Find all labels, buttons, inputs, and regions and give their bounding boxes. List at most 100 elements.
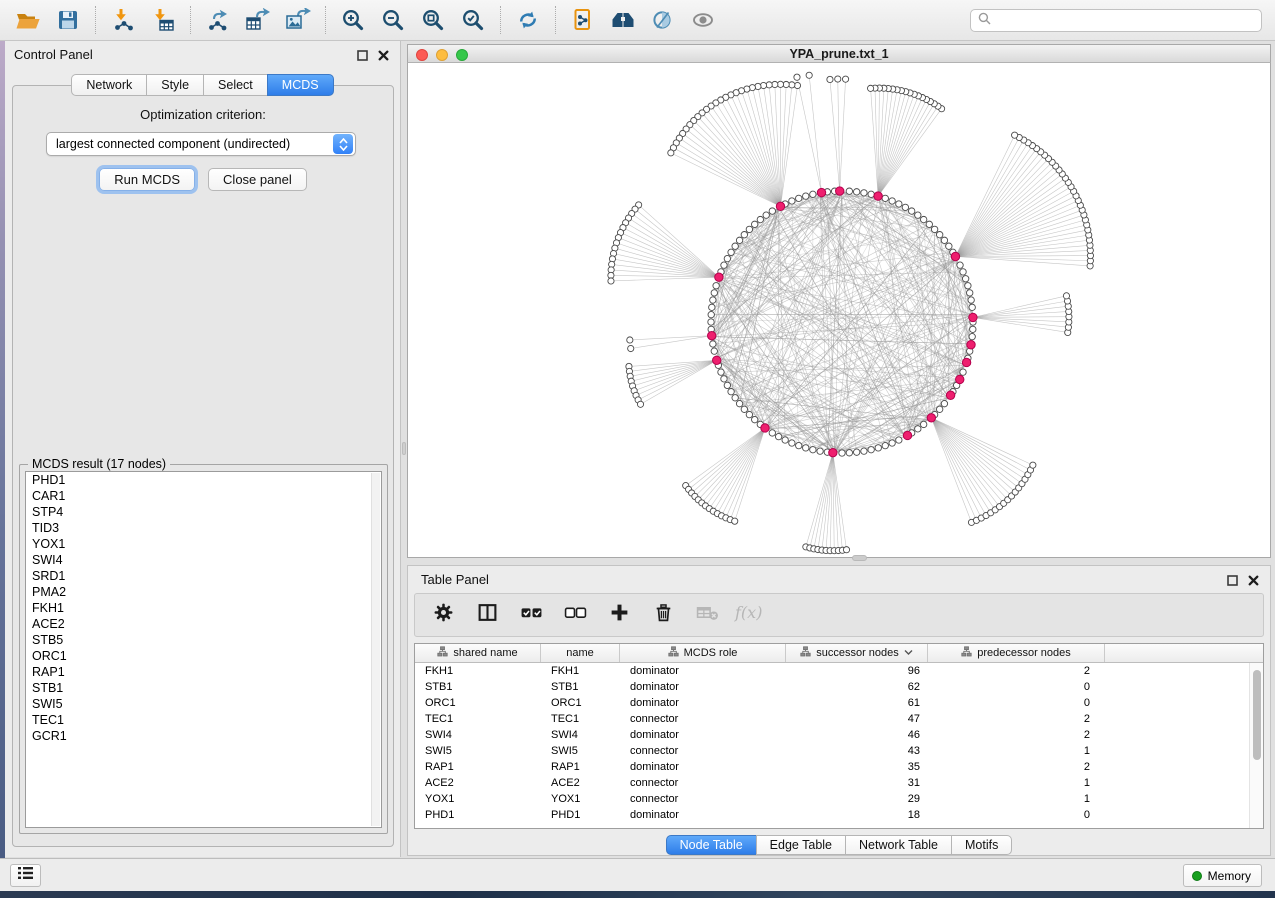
- cell-name[interactable]: SWI4: [541, 727, 620, 743]
- cell-predecessor-nodes[interactable]: 2: [928, 727, 1105, 743]
- cell-MCDS-role[interactable]: dominator: [620, 759, 786, 775]
- node[interactable]: [736, 400, 742, 406]
- node[interactable]: [861, 190, 867, 196]
- split-panel-button[interactable]: [475, 603, 499, 627]
- open-session-button[interactable]: [8, 3, 48, 37]
- node[interactable]: [946, 243, 952, 249]
- node[interactable]: [732, 395, 738, 401]
- mcds-result-item[interactable]: CAR1: [26, 488, 381, 504]
- table-row[interactable]: TEC1TEC1connector472: [415, 711, 1263, 727]
- node[interactable]: [908, 208, 914, 214]
- import-network-button[interactable]: [103, 3, 143, 37]
- task-history-button[interactable]: [10, 864, 41, 887]
- node[interactable]: [713, 283, 719, 289]
- cell-predecessor-nodes[interactable]: 2: [928, 759, 1105, 775]
- leaf-node[interactable]: [843, 547, 849, 553]
- leaf-node[interactable]: [637, 401, 643, 407]
- node[interactable]: [941, 237, 947, 243]
- mcds-node[interactable]: [776, 202, 784, 210]
- cell-shared-name[interactable]: TEC1: [415, 711, 541, 727]
- cell-MCDS-role[interactable]: dominator: [620, 663, 786, 679]
- cell-name[interactable]: ORC1: [541, 695, 620, 711]
- table-row[interactable]: PHD1PHD1dominator180: [415, 807, 1263, 823]
- column-header-shared-name[interactable]: shared name: [415, 644, 541, 662]
- leaf-node[interactable]: [1063, 293, 1069, 299]
- cell-MCDS-role[interactable]: dominator: [620, 807, 786, 823]
- tab-network-table[interactable]: Network Table: [845, 835, 951, 855]
- cell-shared-name[interactable]: SWI4: [415, 727, 541, 743]
- cell-name[interactable]: FKH1: [541, 663, 620, 679]
- column-header-predecessor-nodes[interactable]: predecessor nodes: [928, 644, 1105, 662]
- tab-network[interactable]: Network: [71, 74, 146, 96]
- memory-button[interactable]: Memory: [1183, 864, 1262, 887]
- cell-shared-name[interactable]: FKH1: [415, 663, 541, 679]
- tab-node-table[interactable]: Node Table: [666, 835, 756, 855]
- mcds-result-item[interactable]: YOX1: [26, 536, 381, 552]
- network-graph[interactable]: [408, 63, 1270, 556]
- splitter-grip[interactable]: [402, 442, 406, 455]
- column-header-MCDS-role[interactable]: MCDS role: [620, 644, 786, 662]
- cell-name[interactable]: ACE2: [541, 775, 620, 791]
- leaf-node[interactable]: [806, 72, 812, 78]
- node[interactable]: [839, 450, 845, 456]
- show-hide-button[interactable]: [683, 3, 723, 37]
- optimization-criterion-select[interactable]: largest connected component (undirected): [46, 132, 356, 156]
- node[interactable]: [810, 191, 816, 197]
- node[interactable]: [882, 195, 888, 201]
- close-panel-button[interactable]: Close panel: [208, 168, 307, 191]
- table-row[interactable]: YOX1YOX1connector291: [415, 791, 1263, 807]
- leaf-node[interactable]: [627, 337, 633, 343]
- node[interactable]: [782, 437, 788, 443]
- cell-predecessor-nodes[interactable]: 0: [928, 695, 1105, 711]
- cell-predecessor-nodes[interactable]: 1: [928, 791, 1105, 807]
- node[interactable]: [769, 208, 775, 214]
- node[interactable]: [718, 369, 724, 375]
- leaf-node[interactable]: [1030, 462, 1036, 468]
- cell-successor-nodes[interactable]: 61: [786, 695, 928, 711]
- node[interactable]: [732, 243, 738, 249]
- node[interactable]: [915, 212, 921, 218]
- node[interactable]: [896, 201, 902, 207]
- float-table-panel-icon[interactable]: [1227, 573, 1238, 591]
- mcds-node[interactable]: [927, 414, 935, 422]
- node[interactable]: [882, 442, 888, 448]
- mcds-node[interactable]: [903, 431, 911, 439]
- node[interactable]: [721, 262, 727, 268]
- cell-shared-name[interactable]: STB1: [415, 679, 541, 695]
- leaf-node[interactable]: [608, 278, 614, 284]
- cell-name[interactable]: SWI5: [541, 743, 620, 759]
- node[interactable]: [752, 221, 758, 227]
- cell-MCDS-role[interactable]: dominator: [620, 679, 786, 695]
- cell-MCDS-role[interactable]: dominator: [620, 727, 786, 743]
- node[interactable]: [711, 348, 717, 354]
- leaf-node[interactable]: [794, 74, 800, 80]
- zoom-in-button[interactable]: [333, 3, 373, 37]
- leaf-node[interactable]: [842, 76, 848, 82]
- cell-successor-nodes[interactable]: 18: [786, 807, 928, 823]
- mcds-node[interactable]: [956, 375, 964, 383]
- node[interactable]: [969, 333, 975, 339]
- node[interactable]: [796, 442, 802, 448]
- table-row[interactable]: RAP1RAP1dominator352: [415, 759, 1263, 775]
- node[interactable]: [931, 226, 937, 232]
- leaf-node[interactable]: [668, 150, 674, 156]
- node[interactable]: [810, 447, 816, 453]
- mcds-result-item[interactable]: RAP1: [26, 664, 381, 680]
- cell-MCDS-role[interactable]: connector: [620, 775, 786, 791]
- mcds-result-item[interactable]: FKH1: [26, 600, 381, 616]
- table-row[interactable]: SWI5SWI5connector431: [415, 743, 1263, 759]
- node[interactable]: [896, 437, 902, 443]
- mcds-result-item[interactable]: STB5: [26, 632, 381, 648]
- search-box[interactable]: [970, 9, 1262, 32]
- network-from-selection-button[interactable]: [563, 3, 603, 37]
- node[interactable]: [915, 426, 921, 432]
- cell-shared-name[interactable]: SWI5: [415, 743, 541, 759]
- cell-name[interactable]: RAP1: [541, 759, 620, 775]
- add-column-button[interactable]: [607, 603, 631, 627]
- node[interactable]: [962, 276, 968, 282]
- export-image-button[interactable]: [278, 3, 318, 37]
- cell-name[interactable]: STB1: [541, 679, 620, 695]
- run-mcds-button[interactable]: Run MCDS: [99, 168, 195, 191]
- mcds-node[interactable]: [761, 424, 769, 432]
- node[interactable]: [724, 382, 730, 388]
